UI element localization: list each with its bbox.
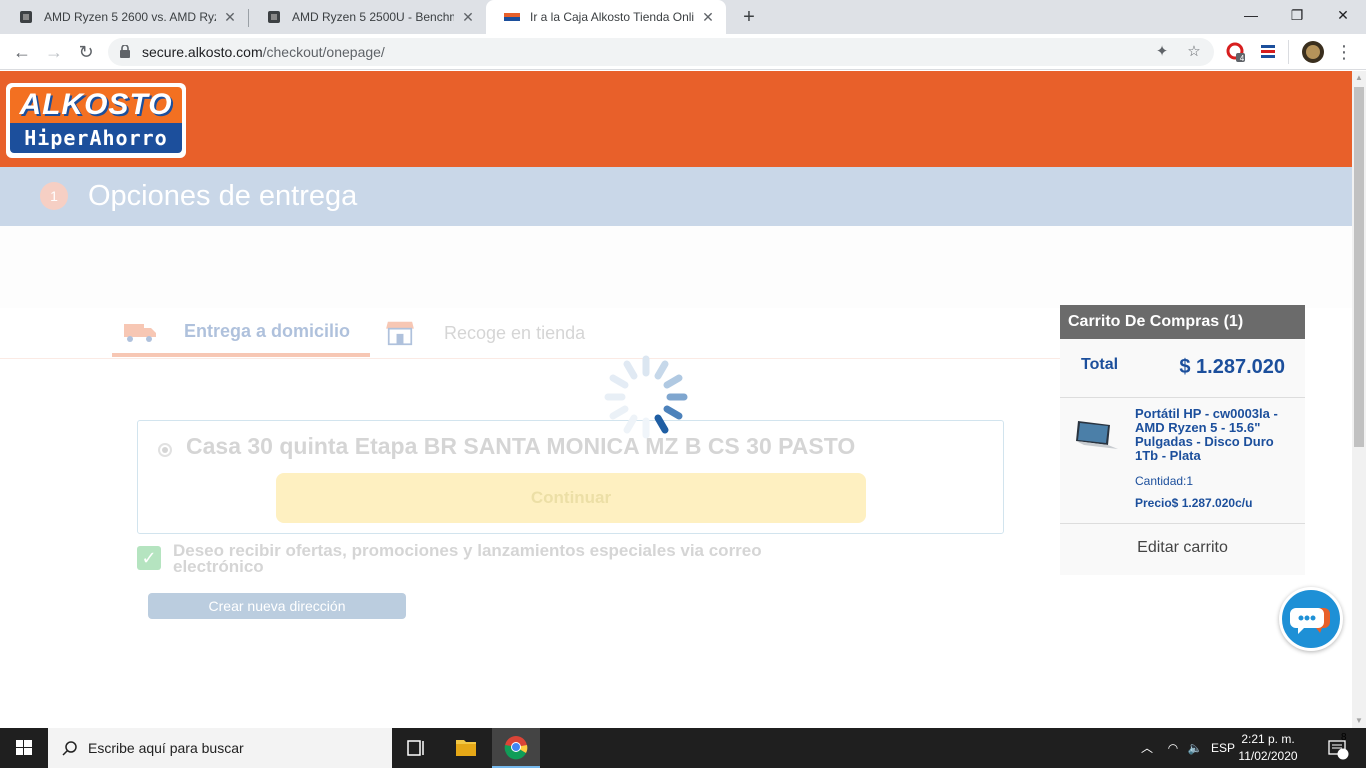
tab-close-icon[interactable]: ✕ <box>460 9 476 25</box>
address-option[interactable]: Casa 30 quinta Etapa BR SANTA MONICA MZ … <box>137 420 1004 534</box>
browser-toolbar: ← → ↻ secure.alkosto.com/checkout/onepag… <box>0 34 1366 70</box>
wifi-icon[interactable]: ◠ <box>1162 728 1184 768</box>
windows-logo-icon <box>16 740 32 755</box>
task-view-icon <box>407 740 424 756</box>
create-address-button[interactable]: Crear nueva dirección <box>148 593 406 619</box>
tab-home-delivery[interactable]: Entrega a domicilio <box>112 309 370 357</box>
loading-spinner-icon <box>604 355 688 439</box>
tray-chevron-icon[interactable]: ︿ <box>1136 728 1158 768</box>
continue-button[interactable]: Continuar <box>276 473 866 523</box>
back-button[interactable]: ← <box>8 38 36 66</box>
tab-title: AMD Ryzen 5 2600 vs. AMD Ryzen <box>44 10 216 24</box>
logo-text-top: ALKOSTO <box>10 87 182 123</box>
lock-icon <box>120 45 130 58</box>
start-button[interactable] <box>0 728 48 768</box>
extension-badge: 4 <box>1239 54 1245 63</box>
product-quantity: Cantidad:1 <box>1135 474 1194 488</box>
scroll-up-icon[interactable]: ▲ <box>1352 71 1366 85</box>
taskbar-clock[interactable]: 2:21 p. m. 11/02/2020 <box>1236 731 1300 765</box>
site-header: ALKOSTO HiperAhorro <box>0 71 1352 167</box>
chrome-icon <box>504 736 528 760</box>
url-host: secure.alkosto.com <box>142 44 263 60</box>
chat-bubble-icon <box>1290 608 1330 634</box>
tab-close-icon[interactable]: ✕ <box>700 9 716 25</box>
search-placeholder: Escribe aquí para buscar <box>88 740 244 756</box>
language-indicator[interactable]: ESP <box>1208 728 1238 768</box>
truck-icon <box>124 324 156 342</box>
step-number: 1 <box>40 182 68 210</box>
product-name-link[interactable]: Portátil HP - cw0003la - AMD Ryzen 5 - 1… <box>1135 407 1300 463</box>
tab-store-pickup-label: Recoge en tienda <box>444 322 586 343</box>
cpu-icon <box>20 11 32 23</box>
content-spacer <box>0 226 1352 308</box>
cart-total-value: $ 1.287.020 <box>1179 356 1285 378</box>
close-window-button[interactable]: ✕ <box>1320 0 1366 30</box>
search-icon <box>62 741 77 756</box>
menu-dots-icon[interactable]: ⋮ <box>1330 38 1358 66</box>
scrollbar-thumb[interactable] <box>1354 87 1364 447</box>
address-radio[interactable] <box>158 443 172 457</box>
volume-icon[interactable]: 🔈 <box>1184 728 1206 768</box>
checkout-page: ALKOSTO HiperAhorro 1 Opciones de entreg… <box>0 71 1352 728</box>
browser-tab-ryzen-2600[interactable]: AMD Ryzen 5 2600 vs. AMD Ryzen ✕ <box>0 0 248 34</box>
browser-tab-strip: AMD Ryzen 5 2600 vs. AMD Ryzen ✕ AMD Ryz… <box>0 0 1366 34</box>
cart-title: Carrito De Compras (1) <box>1060 305 1305 339</box>
tab-title: Ir a la Caja Alkosto Tienda Online <box>530 10 694 24</box>
alkosto-icon <box>504 13 520 21</box>
maximize-button[interactable]: ❐ <box>1274 0 1320 30</box>
browser-tab-ryzen-2500u[interactable]: AMD Ryzen 5 2500U - Benchmark ✕ <box>248 0 486 34</box>
puzzle-icon[interactable]: ✦ <box>1154 44 1170 60</box>
forward-button[interactable]: → <box>40 38 68 66</box>
cart-divider <box>1060 523 1305 524</box>
product-price: Precio$ 1.287.020c/u <box>1135 496 1253 510</box>
chrome-taskbar-button[interactable] <box>492 728 540 768</box>
address-text: Casa 30 quinta Etapa BR SANTA MONICA MZ … <box>186 433 856 459</box>
store-icon <box>386 321 414 346</box>
cart-total-label: Total <box>1081 356 1119 373</box>
profile-avatar[interactable] <box>1302 41 1324 63</box>
chat-button[interactable] <box>1279 587 1343 651</box>
tab-close-icon[interactable]: ✕ <box>222 9 238 25</box>
reload-button[interactable]: ↻ <box>72 38 100 66</box>
browser-tab-alkosto[interactable]: Ir a la Caja Alkosto Tienda Online ✕ <box>486 0 726 34</box>
newsletter-checkbox[interactable]: ✓ <box>137 546 161 570</box>
notification-count: 8 <box>1341 732 1347 743</box>
logo-text-bottom: HiperAhorro <box>10 123 182 153</box>
tab-home-delivery-label: Entrega a domicilio <box>184 320 351 341</box>
toolbar-divider <box>1288 40 1289 64</box>
edit-cart-link[interactable]: Editar carrito <box>1060 539 1305 557</box>
url-text: secure.alkosto.com/checkout/onepage/ <box>142 38 385 66</box>
page-scrollbar[interactable]: ▲ ▼ <box>1352 71 1366 728</box>
clock-time: 2:21 p. m. <box>1241 732 1295 746</box>
minimize-button[interactable]: — <box>1228 0 1274 30</box>
step-title: Opciones de entrega <box>88 180 358 212</box>
task-view-button[interactable] <box>392 728 440 768</box>
step-bar: 1 Opciones de entrega <box>0 167 1352 226</box>
url-path: /checkout/onepage/ <box>262 44 385 60</box>
scroll-down-icon[interactable]: ▼ <box>1352 714 1366 728</box>
cpu-icon <box>268 11 280 23</box>
file-explorer-button[interactable] <box>442 728 490 768</box>
laptop-product-image[interactable] <box>1070 415 1120 455</box>
folder-icon <box>456 740 476 756</box>
delivery-tabs: Entrega a domicilio Recoge en tienda <box>0 309 1060 359</box>
tab-title: AMD Ryzen 5 2500U - Benchmark <box>292 10 454 24</box>
alkosto-logo[interactable]: ALKOSTO HiperAhorro <box>6 83 186 158</box>
new-tab-button[interactable]: + <box>737 5 761 29</box>
address-bar[interactable]: secure.alkosto.com/checkout/onepage/ ✦ ☆ <box>108 38 1214 66</box>
cart-divider <box>1060 397 1305 398</box>
tab-store-pickup[interactable]: Recoge en tienda <box>384 309 585 357</box>
notification-center-button[interactable]: 8 <box>1318 728 1358 768</box>
windows-taskbar: Escribe aquí para buscar ︿ ◠ 🔈 ESP 2:21 … <box>0 728 1366 768</box>
extension-list-icon[interactable] <box>1258 42 1278 62</box>
star-icon[interactable]: ☆ <box>1186 44 1202 60</box>
newsletter-label: Deseo recibir ofertas, promociones y lan… <box>173 541 762 576</box>
taskbar-search[interactable]: Escribe aquí para buscar <box>48 728 392 768</box>
shopping-cart-panel: Carrito De Compras (1) Total $ 1.287.020… <box>1060 305 1305 575</box>
clock-date: 11/02/2020 <box>1238 749 1298 763</box>
